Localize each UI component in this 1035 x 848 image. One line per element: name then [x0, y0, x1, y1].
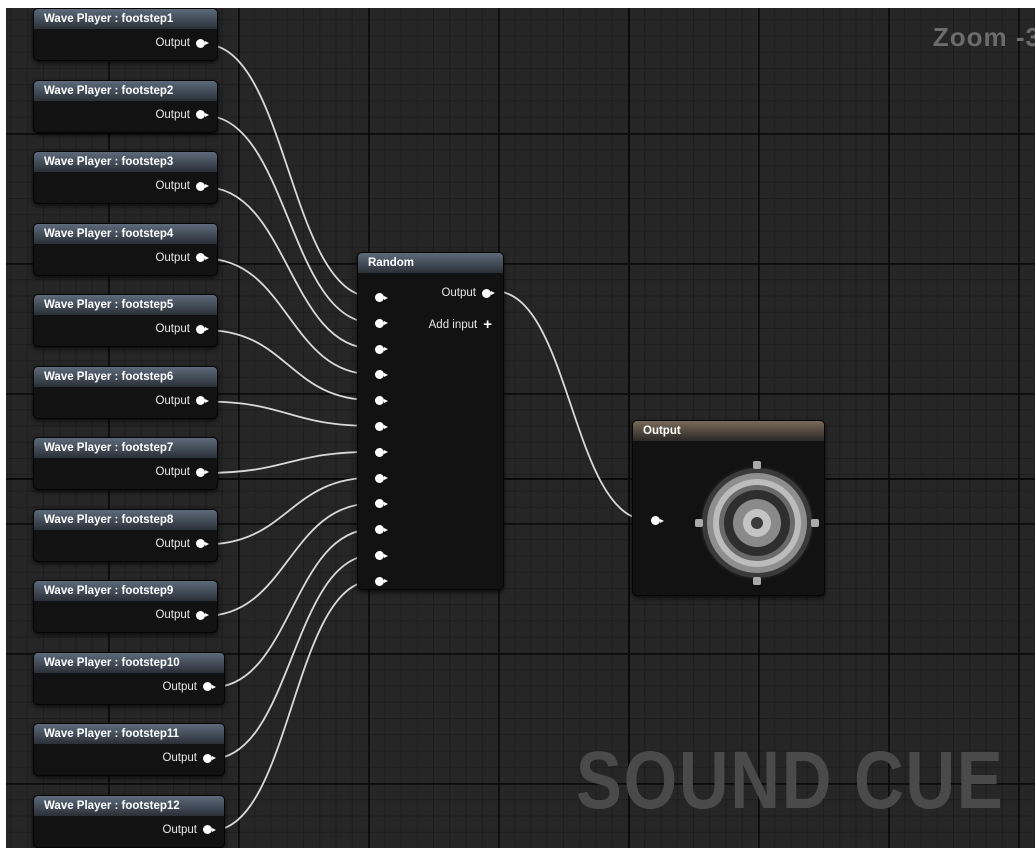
wire-layer	[203, 43, 649, 832]
wire-footstep-to-random	[210, 579, 374, 832]
add-input-label: Add input	[428, 319, 478, 331]
wave-player-output-pin[interactable]	[196, 181, 209, 191]
random-output-label: Output	[441, 287, 476, 299]
wave-player-title: Wave Player : footstep9	[34, 581, 217, 601]
random-input-pin[interactable]	[375, 422, 388, 431]
wave-player-node[interactable]: Wave Player : footstep1 Output	[33, 8, 218, 61]
wave-player-output-label: Output	[155, 537, 190, 550]
wave-player-output-pin[interactable]	[196, 110, 209, 119]
wave-player-output-pin[interactable]	[196, 253, 209, 262]
random-input-pin[interactable]	[375, 576, 388, 586]
wave-player-output-row: Output	[155, 609, 209, 621]
wave-player-title: Wave Player : footstep3	[34, 152, 217, 172]
wire-footstep-to-random	[203, 43, 374, 298]
wave-player-node[interactable]: Wave Player : footstep10 Output	[33, 651, 225, 705]
wave-player-node[interactable]: Wave Player : footstep8 Output	[33, 508, 218, 562]
random-node[interactable]: Random Output Add input +	[357, 252, 504, 590]
wave-player-title: Wave Player : footstep1	[34, 9, 217, 29]
wave-player-output-pin[interactable]	[196, 539, 209, 548]
wave-player-output-label: Output	[155, 180, 190, 192]
wave-player-output-label: Output	[155, 37, 190, 49]
wire-random-to-output	[493, 290, 649, 521]
wave-player-node[interactable]: Wave Player : footstep9 Output	[33, 580, 218, 633]
random-input-pin[interactable]	[375, 499, 388, 509]
wave-player-node[interactable]: Wave Player : footstep11 Output	[33, 723, 225, 776]
wave-player-output-row: Output	[162, 823, 216, 836]
wave-player-output-label: Output	[162, 752, 197, 764]
wave-player-output-pin[interactable]	[196, 324, 209, 334]
random-input-pin[interactable]	[375, 370, 388, 380]
wire-footstep-to-random	[203, 329, 374, 402]
wire-footstep-to-random	[203, 186, 374, 350]
wave-player-title: Wave Player : footstep11	[34, 724, 224, 744]
graph-canvas[interactable]: Zoom -3 SOUND CUE Wave Player : footstep…	[6, 8, 1035, 848]
wire-footstep-to-random	[203, 114, 374, 324]
random-input-pin[interactable]	[375, 318, 388, 328]
wave-player-title: Wave Player : footstep10	[34, 652, 224, 673]
wave-player-output-row: Output	[155, 108, 209, 121]
wave-player-node[interactable]: Wave Player : footstep6 Output	[33, 365, 218, 419]
wave-player-title: Wave Player : footstep6	[34, 366, 217, 387]
wave-player-output-pin[interactable]	[203, 682, 216, 691]
plus-icon: +	[483, 316, 492, 333]
wave-player-output-pin[interactable]	[196, 396, 209, 405]
wire-footstep-to-random	[210, 554, 374, 760]
random-output-pin[interactable]	[482, 288, 495, 298]
wave-player-node[interactable]: Wave Player : footstep3 Output	[33, 151, 218, 204]
wave-player-node[interactable]: Wave Player : footstep12 Output	[33, 794, 225, 848]
wave-player-output-label: Output	[155, 251, 190, 264]
random-input-pin[interactable]	[375, 344, 388, 354]
wave-player-output-row: Output	[155, 323, 209, 335]
random-input-pin[interactable]	[375, 473, 388, 483]
add-input-button[interactable]: Add input +	[428, 316, 492, 333]
wave-player-output-row: Output	[155, 251, 209, 264]
wave-player-output-row: Output	[162, 680, 216, 693]
wave-player-output-pin[interactable]	[203, 753, 216, 763]
wave-player-title: Wave Player : footstep12	[34, 795, 224, 816]
wave-player-title: Wave Player : footstep7	[34, 438, 217, 458]
output-node-title: Output	[633, 421, 824, 441]
wave-player-title: Wave Player : footstep2	[34, 80, 217, 101]
wave-player-output-row: Output	[155, 180, 209, 192]
wave-player-output-row: Output	[162, 752, 216, 764]
speaker-icon	[695, 461, 819, 585]
random-node-title: Random	[358, 253, 503, 273]
wave-player-node[interactable]: Wave Player : footstep4 Output	[33, 222, 218, 276]
wave-player-output-pin[interactable]	[196, 38, 209, 48]
wave-player-output-label: Output	[155, 609, 190, 621]
wave-player-output-pin[interactable]	[196, 610, 209, 620]
wire-footstep-to-random	[210, 528, 374, 689]
wave-player-node[interactable]: Wave Player : footstep2 Output	[33, 79, 218, 133]
wave-player-title: Wave Player : footstep8	[34, 509, 217, 530]
random-input-pin[interactable]	[375, 396, 388, 406]
wave-player-title: Wave Player : footstep4	[34, 223, 217, 244]
wave-player-output-row: Output	[155, 537, 209, 550]
wave-player-output-label: Output	[155, 108, 190, 121]
wave-player-title: Wave Player : footstep5	[34, 295, 217, 315]
wave-player-node[interactable]: Wave Player : footstep7 Output	[33, 437, 218, 490]
random-input-pin[interactable]	[375, 551, 388, 560]
random-input-pin[interactable]	[375, 447, 388, 457]
random-input-pin[interactable]	[375, 293, 388, 302]
wave-player-output-row: Output	[155, 466, 209, 478]
wave-player-output-pin[interactable]	[203, 825, 216, 834]
wire-footstep-to-random	[203, 400, 374, 427]
random-output-row: Output	[441, 287, 495, 299]
output-node[interactable]: Output	[632, 420, 825, 596]
wave-player-output-row: Output	[155, 394, 209, 407]
output-input-pin[interactable]	[651, 516, 664, 525]
wire-footstep-to-random	[203, 450, 374, 474]
wave-player-output-label: Output	[162, 823, 197, 836]
wave-player-node[interactable]: Wave Player : footstep5 Output	[33, 294, 218, 347]
random-input-pin[interactable]	[375, 525, 388, 535]
wave-player-output-label: Output	[162, 680, 197, 693]
wave-player-output-label: Output	[155, 394, 190, 407]
wire-footstep-to-random	[203, 502, 374, 617]
wave-player-output-row: Output	[155, 37, 209, 49]
wave-player-output-label: Output	[155, 323, 190, 335]
wave-player-output-label: Output	[155, 466, 190, 478]
wave-player-output-pin[interactable]	[196, 467, 209, 477]
